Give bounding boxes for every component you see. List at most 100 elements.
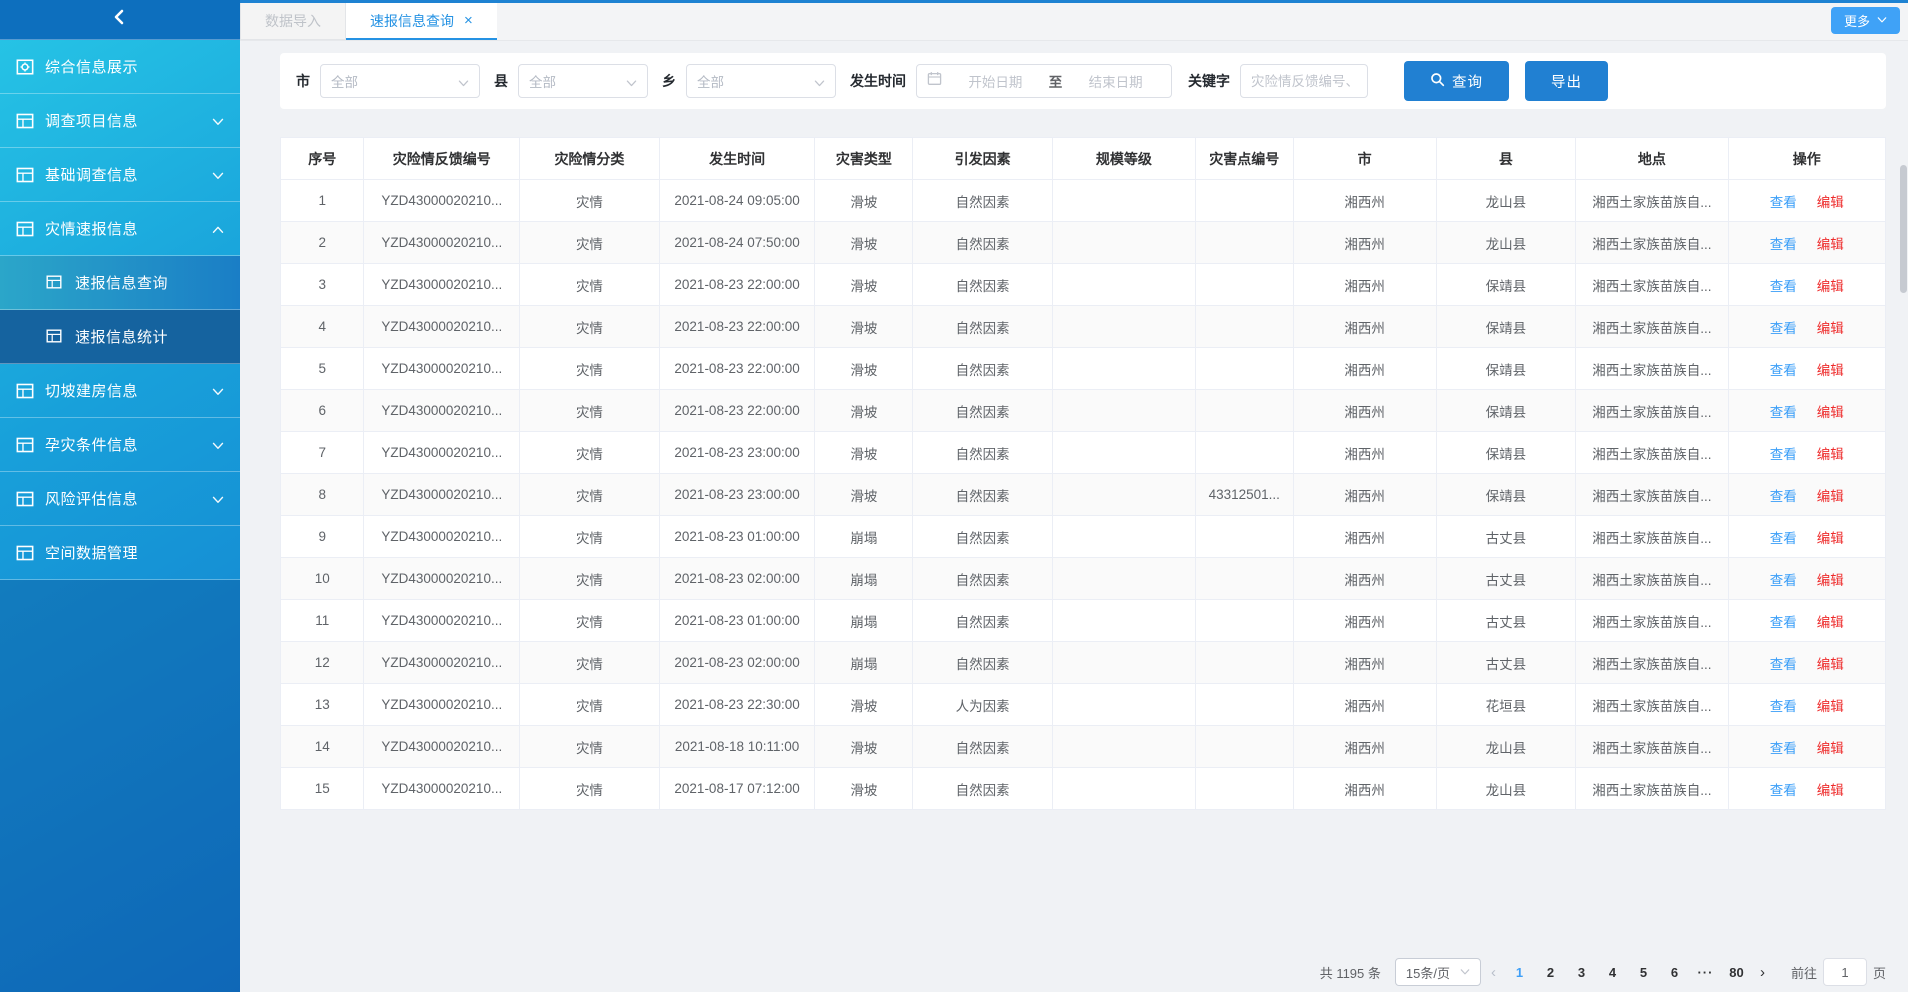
cell-county: 龙山县 xyxy=(1436,222,1576,264)
page-number-80[interactable]: 80 xyxy=(1723,965,1750,980)
cell-city: 湘西州 xyxy=(1293,348,1436,390)
page-number-3[interactable]: 3 xyxy=(1568,965,1595,980)
edit-link[interactable]: 编辑 xyxy=(1817,741,1844,756)
table-icon xyxy=(16,220,34,238)
cell-county: 龙山县 xyxy=(1436,726,1576,768)
cell-time: 2021-08-23 22:00:00 xyxy=(659,264,815,306)
edit-link[interactable]: 编辑 xyxy=(1817,489,1844,504)
scrollbar-thumb[interactable] xyxy=(1900,165,1907,293)
sidebar-item-hazard-condition[interactable]: 孕灾条件信息 xyxy=(0,418,240,472)
page-number-6[interactable]: 6 xyxy=(1661,965,1688,980)
cell-cause: 自然因素 xyxy=(913,558,1053,600)
view-link[interactable]: 查看 xyxy=(1770,237,1797,252)
cell-time: 2021-08-23 23:00:00 xyxy=(659,432,815,474)
search-button[interactable]: 查询 xyxy=(1404,61,1509,101)
sidebar-item-risk-assessment[interactable]: 风险评估信息 xyxy=(0,472,240,526)
view-link[interactable]: 查看 xyxy=(1770,573,1797,588)
sidebar-subitem-report-query[interactable]: 速报信息查询 xyxy=(0,256,240,310)
end-date-input[interactable]: 结束日期 xyxy=(1070,71,1161,91)
edit-link[interactable]: 编辑 xyxy=(1817,447,1844,462)
cell-time: 2021-08-24 09:05:00 xyxy=(659,180,815,222)
view-link[interactable]: 查看 xyxy=(1770,657,1797,672)
view-link[interactable]: 查看 xyxy=(1770,447,1797,462)
tab-data-import[interactable]: 数据导入 xyxy=(240,3,346,40)
edit-link[interactable]: 编辑 xyxy=(1817,321,1844,336)
cell-city: 湘西州 xyxy=(1293,558,1436,600)
export-button-label: 导出 xyxy=(1551,71,1582,92)
edit-link[interactable]: 编辑 xyxy=(1817,783,1844,798)
sidebar-item-survey-project[interactable]: 调查项目信息 xyxy=(0,94,240,148)
cell-city: 湘西州 xyxy=(1293,390,1436,432)
edit-link[interactable]: 编辑 xyxy=(1817,237,1844,252)
town-select[interactable]: 全部 xyxy=(686,64,836,98)
table-icon xyxy=(46,274,64,292)
table-row: 6YZD43000020210...灾情2021-08-23 22:00:00滑… xyxy=(281,390,1886,432)
cell-cause: 自然因素 xyxy=(913,390,1053,432)
view-link[interactable]: 查看 xyxy=(1770,531,1797,546)
cell-point_code xyxy=(1195,390,1293,432)
view-link[interactable]: 查看 xyxy=(1770,321,1797,336)
cell-type: 崩塌 xyxy=(815,558,913,600)
sidebar-item-disaster-report[interactable]: 灾情速报信息 xyxy=(0,202,240,256)
edit-link[interactable]: 编辑 xyxy=(1817,531,1844,546)
cell-actions: 查看 编辑 xyxy=(1728,600,1885,642)
edit-link[interactable]: 编辑 xyxy=(1817,573,1844,588)
view-link[interactable]: 查看 xyxy=(1770,279,1797,294)
edit-link[interactable]: 编辑 xyxy=(1817,657,1844,672)
edit-link[interactable]: 编辑 xyxy=(1817,363,1844,378)
view-link[interactable]: 查看 xyxy=(1770,783,1797,798)
chevron-down-icon xyxy=(212,169,224,181)
goto-page-input[interactable] xyxy=(1823,958,1867,986)
sidebar-item-basic-survey[interactable]: 基础调查信息 xyxy=(0,148,240,202)
edit-link[interactable]: 编辑 xyxy=(1817,195,1844,210)
table-row: 15YZD43000020210...灾情2021-08-17 07:12:00… xyxy=(281,768,1886,810)
cell-actions: 查看 编辑 xyxy=(1728,726,1885,768)
cell-scale xyxy=(1052,264,1195,306)
page-number-5[interactable]: 5 xyxy=(1630,965,1657,980)
prev-page-button[interactable]: ‹ xyxy=(1491,964,1496,981)
edit-link[interactable]: 编辑 xyxy=(1817,279,1844,294)
cell-category: 灾情 xyxy=(520,306,660,348)
view-link[interactable]: 查看 xyxy=(1770,699,1797,714)
cell-cause: 自然因素 xyxy=(913,726,1053,768)
cell-scale xyxy=(1052,432,1195,474)
next-page-button[interactable]: › xyxy=(1760,964,1765,981)
sidebar-item-slope-housing[interactable]: 切坡建房信息 xyxy=(0,364,240,418)
page-number-2[interactable]: 2 xyxy=(1537,965,1564,980)
view-link[interactable]: 查看 xyxy=(1770,363,1797,378)
view-link[interactable]: 查看 xyxy=(1770,489,1797,504)
sidebar-item-spatial-data[interactable]: 空间数据管理 xyxy=(0,526,240,580)
column-header: 灾害点编号 xyxy=(1195,138,1293,180)
edit-link[interactable]: 编辑 xyxy=(1817,699,1844,714)
page-number-4[interactable]: 4 xyxy=(1599,965,1626,980)
view-link[interactable]: 查看 xyxy=(1770,741,1797,756)
date-range-picker[interactable]: 开始日期 至 结束日期 xyxy=(916,64,1172,98)
tab-report-query[interactable]: 速报信息查询 × xyxy=(346,3,497,40)
cell-county: 古丈县 xyxy=(1436,558,1576,600)
sidebar-subitem-report-stats[interactable]: 速报信息统计 xyxy=(0,310,240,364)
cell-location: 湘西土家族苗族自... xyxy=(1576,264,1728,306)
edit-link[interactable]: 编辑 xyxy=(1817,615,1844,630)
edit-link[interactable]: 编辑 xyxy=(1817,405,1844,420)
sidebar-collapse-button[interactable] xyxy=(0,0,240,40)
county-select[interactable]: 全部 xyxy=(518,64,648,98)
start-date-input[interactable]: 开始日期 xyxy=(950,71,1041,91)
cell-code: YZD43000020210... xyxy=(364,390,520,432)
page-size-select[interactable]: 15条/页 xyxy=(1395,958,1481,986)
view-link[interactable]: 查看 xyxy=(1770,405,1797,420)
more-button[interactable]: 更多 xyxy=(1831,7,1900,34)
page-number-1[interactable]: 1 xyxy=(1506,965,1533,980)
view-link[interactable]: 查看 xyxy=(1770,615,1797,630)
close-icon[interactable]: × xyxy=(464,13,473,28)
cell-cause: 自然因素 xyxy=(913,432,1053,474)
cell-code: YZD43000020210... xyxy=(364,684,520,726)
keyword-input[interactable] xyxy=(1240,64,1368,98)
chevron-down-icon xyxy=(814,76,825,87)
calendar-icon xyxy=(927,71,942,91)
export-button[interactable]: 导出 xyxy=(1525,61,1608,101)
sidebar-item-overview[interactable]: 综合信息展示 xyxy=(0,40,240,94)
town-label: 乡 xyxy=(662,71,676,91)
city-select[interactable]: 全部 xyxy=(320,64,480,98)
view-link[interactable]: 查看 xyxy=(1770,195,1797,210)
cell-county: 花垣县 xyxy=(1436,684,1576,726)
